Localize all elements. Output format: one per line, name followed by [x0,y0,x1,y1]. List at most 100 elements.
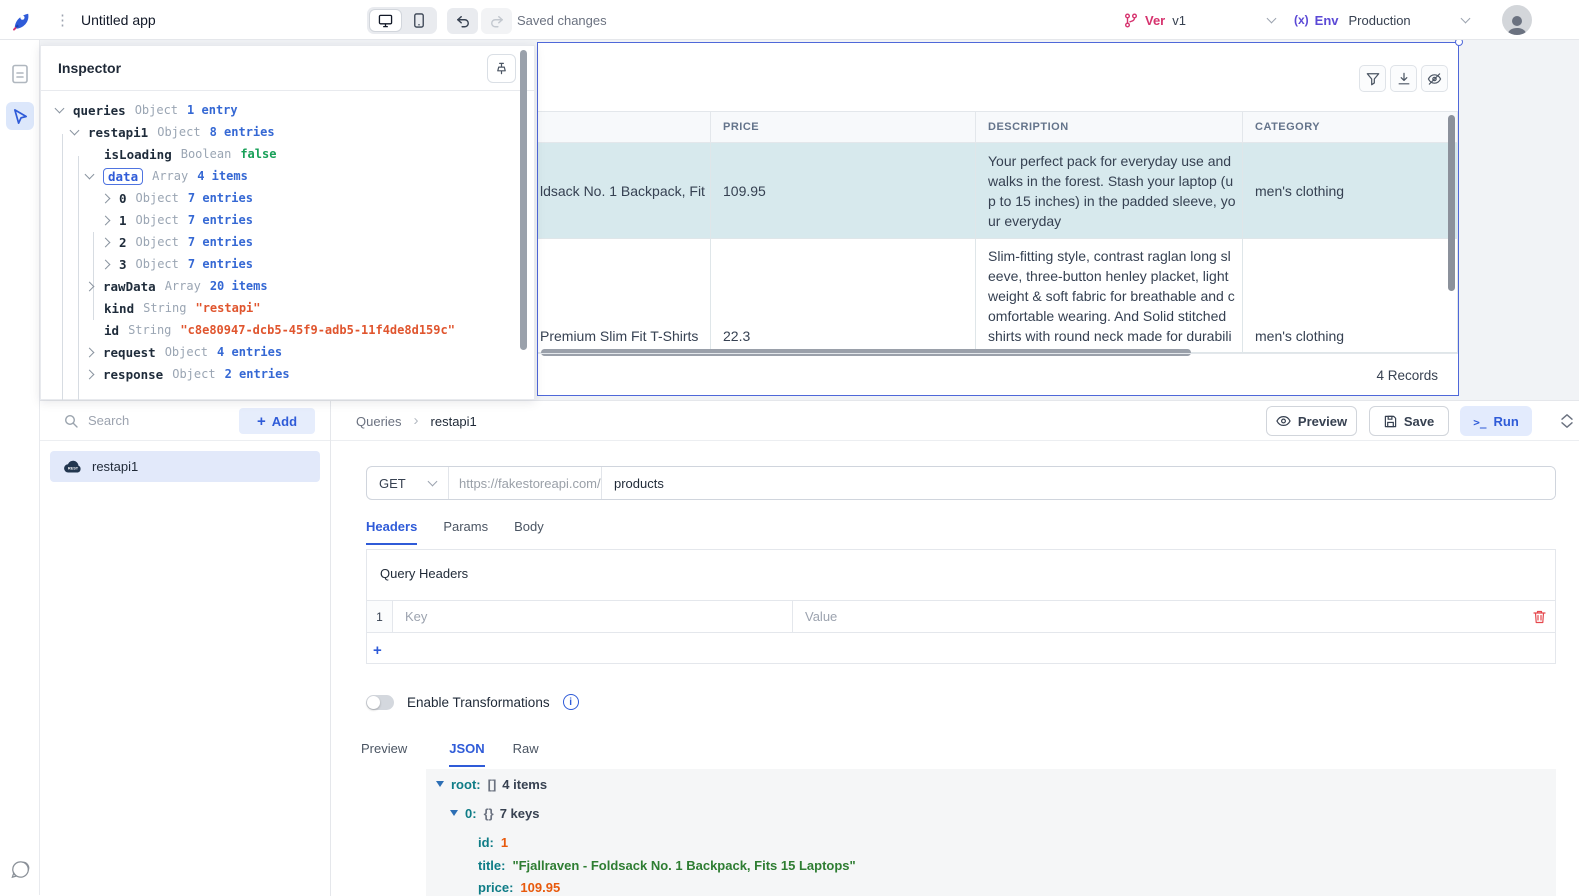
pages-nav-button[interactable] [6,60,34,88]
pin-button[interactable] [487,54,516,83]
transformations-toggle[interactable] [366,695,394,710]
device-toggle-group [367,7,437,34]
download-icon [1397,72,1411,86]
tab-params[interactable]: Params [443,519,488,545]
table-widget[interactable]: PRICE DESCRIPTION CATEGORY ldsack No. 1 … [537,42,1459,396]
json-root-row[interactable]: root: [] 4 items [436,776,547,792]
env-dropdown-chevron[interactable] [1462,0,1469,40]
run-button[interactable]: Run [1460,406,1532,436]
eye-off-icon [1427,72,1442,86]
inspector-panel: Inspector queriesObject1 entry restapi1O… [40,45,535,400]
hide-columns-button[interactable] [1421,65,1448,92]
json-item-row[interactable]: 0: {} 7 keys [450,805,539,821]
cell-category: men's clothing [1243,143,1458,239]
search-input[interactable] [88,413,228,428]
method-select[interactable]: GET [367,467,449,499]
response-tab-json[interactable]: JSON [449,741,484,767]
search-icon [64,414,78,428]
table-footer: 4 Records [538,353,1458,396]
undo-button[interactable] [447,8,478,34]
save-status-text: Saved changes [517,0,607,40]
add-query-button[interactable]: Add [239,408,315,434]
version-label: Ver [1145,13,1165,28]
column-header-title[interactable] [538,112,711,142]
delete-header-button[interactable] [1523,601,1555,632]
collapse-panel-button[interactable] [1559,413,1575,429]
table-vertical-scrollbar[interactable] [1448,115,1455,291]
filter-button[interactable] [1359,65,1386,92]
datasource-base-url[interactable]: https://fakestoreapi.com/ [449,467,602,499]
table-header-row: PRICE DESCRIPTION CATEGORY [538,111,1458,143]
tree-row-queries[interactable]: queriesObject1 entry [56,99,238,121]
tree-row-data[interactable]: dataArray4 items [86,165,248,187]
breadcrumb-queries[interactable]: Queries [356,414,402,429]
tree-guide-line [62,134,63,400]
document-icon [11,64,29,84]
add-header-row-button[interactable] [373,640,395,660]
response-tab-raw[interactable]: Raw [513,741,539,767]
mobile-toggle-button[interactable] [403,9,435,32]
preview-button[interactable]: Preview [1266,406,1357,436]
chevron-down-icon [1461,13,1471,23]
url-path-input[interactable] [602,467,1555,499]
chevron-down-icon [1267,13,1277,23]
request-config-tabs: Headers Params Body [366,519,544,545]
tree-row-item-3[interactable]: 3Object7 entries [102,253,253,275]
collapse-icon [1559,413,1575,429]
version-selector[interactable]: Ver v1 [1124,0,1186,40]
tree-row-item-1[interactable]: 1Object7 entries [102,209,253,231]
tree-row-id: idString"c8e80947-dcb5-45f9-adb5-11f4de8… [104,319,455,341]
header-value-input[interactable] [793,601,1523,632]
header-key-input[interactable] [393,601,793,632]
plus-icon [257,413,266,430]
query-editor: Queries › restapi1 Preview Save [330,401,1579,896]
tab-headers[interactable]: Headers [366,519,417,545]
help-chat-button[interactable] [6,855,34,883]
tree-row-restapi1[interactable]: restapi1Object8 entries [71,121,275,143]
cell-title: ldsack No. 1 Backpack, Fit [538,143,711,239]
version-dropdown-chevron[interactable] [1268,0,1275,40]
record-count: 4 Records [1376,368,1438,383]
inspector-header: Inspector [41,46,534,91]
tree-row-request[interactable]: requestObject4 entries [86,341,282,363]
redo-button[interactable] [481,8,512,34]
row-number: 1 [367,601,393,632]
column-header-price[interactable]: PRICE [711,112,976,142]
desktop-toggle-button[interactable] [369,9,402,32]
chevron-right-icon [101,215,111,225]
column-header-description[interactable]: DESCRIPTION [976,112,1243,142]
query-editor-header: Queries › restapi1 Preview Save [331,401,1579,441]
user-avatar[interactable] [1502,5,1532,35]
env-label: Env [1315,13,1339,28]
tree-row-item-2[interactable]: 2Object7 entries [102,231,253,253]
tab-body[interactable]: Body [514,519,544,545]
info-icon[interactable] [563,694,579,710]
chevron-down-icon [85,170,95,180]
response-tab-preview[interactable]: Preview [361,741,407,767]
environment-selector[interactable]: (x) Env Production [1294,0,1411,40]
save-button[interactable]: Save [1369,406,1449,436]
branch-icon [1124,13,1138,28]
inspector-scrollbar[interactable] [520,50,527,350]
eye-icon [1276,415,1291,427]
download-button[interactable] [1390,65,1417,92]
toggle-knob [367,696,380,709]
query-list-pane: Add REST restapi1 [40,401,330,896]
table-row[interactable]: Premium Slim Fit T-Shirts 22.3 Slim-fitt… [538,239,1458,353]
query-name: restapi1 [92,459,138,474]
tree-row-item-0[interactable]: 0Object7 entries [102,187,253,209]
query-headers-section: Query Headers 1 [366,549,1556,664]
tree-row-rawdata[interactable]: rawDataArray20 items [86,275,268,297]
table-row[interactable]: ldsack No. 1 Backpack, Fit 109.95 Your p… [538,143,1458,239]
pin-icon [495,62,508,75]
app-menu-kebab[interactable] [55,0,71,40]
left-rail [0,40,40,895]
app-title: Untitled app [81,0,156,40]
tree-row-response[interactable]: responseObject2 entries [86,363,290,385]
request-url-row: GET https://fakestoreapi.com/ [366,466,1556,500]
rest-cloud-icon: REST [63,460,83,474]
select-tool-button[interactable] [6,102,34,130]
query-list-item-restapi1[interactable]: REST restapi1 [50,451,320,482]
column-header-category[interactable]: CATEGORY [1243,112,1458,142]
undo-icon [456,15,470,28]
